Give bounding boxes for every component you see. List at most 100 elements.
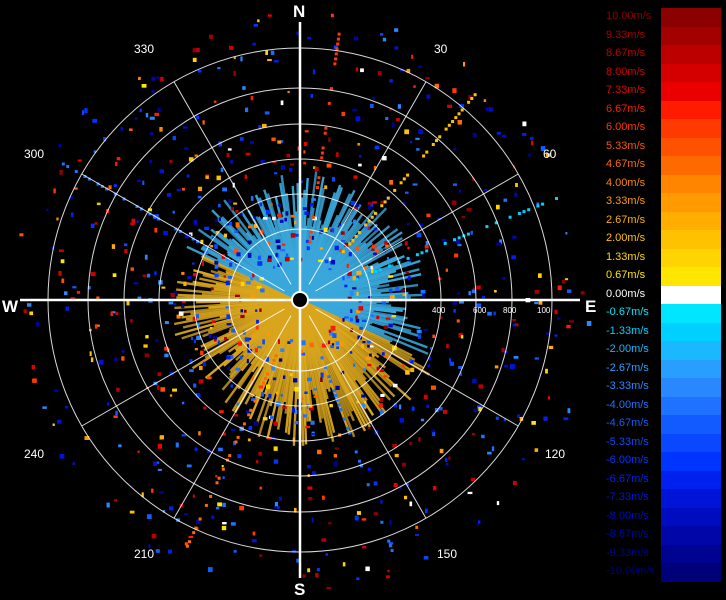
clutter-cell: [414, 533, 419, 536]
legend-swatch: [661, 211, 721, 230]
bearing-label-210: 210: [134, 547, 155, 561]
clutter-cell: [352, 287, 357, 290]
clutter-cell: [304, 130, 309, 133]
legend-row: -0.67m/s: [606, 304, 721, 323]
clutter-cell: [330, 259, 336, 265]
clutter-cell: [420, 289, 426, 294]
clutter-cell: [64, 291, 68, 296]
spoke-cell: [309, 230, 313, 234]
clutter-cell: [240, 56, 243, 62]
clutter-cell: [511, 255, 516, 260]
clutter-cell: [448, 456, 451, 460]
clutter-cell: [209, 34, 213, 39]
clutter-cell: [208, 333, 212, 339]
clutter-cell: [522, 458, 525, 461]
clutter-cell: [181, 187, 185, 191]
clutter-cell: [257, 346, 262, 349]
spoke-cell: [333, 62, 337, 66]
legend-label: 6.00m/s: [606, 121, 646, 133]
clutter-cell: [151, 76, 156, 81]
clutter-cell: [157, 107, 161, 113]
clutter-cell: [476, 285, 481, 290]
clutter-cell: [313, 388, 317, 391]
clutter-cell: [393, 483, 398, 487]
legend-row: -3.33m/s: [606, 378, 721, 397]
clutter-cell: [493, 311, 496, 316]
clutter-cell: [332, 228, 335, 233]
spoke-cell: [541, 202, 545, 206]
clutter-cell: [280, 249, 286, 252]
radar-ppi-display[interactable]: 400 600 800 100: [0, 0, 600, 600]
clutter-cell: [58, 271, 62, 276]
clutter-cell: [439, 448, 444, 454]
legend-label: -3.33m/s: [606, 380, 649, 392]
clutter-cell: [554, 334, 558, 337]
clutter-cell: [362, 545, 367, 549]
clutter-cell: [502, 134, 507, 138]
clutter-cell: [242, 86, 246, 90]
spoke-cell: [266, 372, 270, 376]
clutter-cell: [137, 296, 142, 299]
clutter-cell: [381, 352, 385, 356]
clutter-cell: [76, 291, 81, 294]
clutter-cell: [240, 314, 245, 319]
clutter-cell: [357, 143, 361, 146]
clutter-cell: [210, 287, 214, 290]
clutter-cell: [566, 324, 571, 329]
clutter-cell: [270, 416, 274, 419]
clutter-cell: [250, 140, 254, 145]
clutter-cell: [218, 203, 221, 208]
spoke-cell: [466, 232, 470, 236]
clutter-cell: [197, 69, 202, 73]
clutter-cell: [111, 244, 116, 249]
clutter-cell: [470, 230, 473, 235]
clutter-cell: [323, 227, 328, 232]
clutter-cell: [367, 202, 373, 205]
clutter-cell: [205, 175, 209, 179]
clutter-cell: [397, 104, 401, 109]
spoke-cell: [311, 215, 315, 219]
clutter-cell: [230, 160, 234, 164]
clutter-cell: [59, 454, 65, 459]
clutter-cell: [327, 340, 331, 345]
clutter-cell: [259, 554, 263, 557]
clutter-cell: [496, 204, 500, 210]
legend-swatch: [661, 119, 721, 138]
clutter-cell: [415, 525, 419, 529]
bearing-label-330: 330: [134, 42, 155, 56]
clutter-cell: [252, 333, 256, 339]
clutter-cell: [334, 447, 339, 450]
spoke-cell: [221, 467, 225, 471]
clutter-cell: [217, 340, 220, 345]
clutter-cell: [326, 163, 332, 168]
clutter-cell: [108, 185, 112, 190]
clutter-cell: [216, 175, 221, 181]
clutter-cell: [367, 344, 370, 348]
spoke-cell: [327, 101, 331, 105]
clutter-cell: [416, 329, 422, 334]
clutter-cell: [240, 309, 243, 313]
clutter-cell: [307, 568, 311, 573]
legend-label: -9.33m/s: [606, 546, 649, 559]
clutter-cell: [543, 416, 548, 421]
legend-row: 8.00m/s: [606, 63, 721, 82]
legend-swatch: [661, 452, 721, 471]
clutter-cell: [294, 421, 298, 425]
legend-swatch: [661, 507, 721, 526]
clutter-cell: [309, 342, 314, 348]
range-label: 400: [432, 306, 446, 315]
clutter-cell: [336, 152, 339, 157]
spoke-cell: [457, 112, 461, 116]
clutter-cell: [214, 219, 218, 223]
clutter-cell: [407, 222, 410, 226]
clutter-cell: [444, 457, 448, 462]
clutter-cell: [534, 448, 539, 452]
clutter-cell: [463, 61, 466, 67]
clutter-cell: [235, 222, 240, 228]
spoke-cell: [215, 481, 219, 485]
clutter-cell: [195, 48, 200, 53]
clutter-cell: [72, 462, 75, 465]
clutter-cell: [328, 257, 332, 261]
clutter-cell: [512, 235, 517, 239]
clutter-cell: [402, 363, 405, 368]
